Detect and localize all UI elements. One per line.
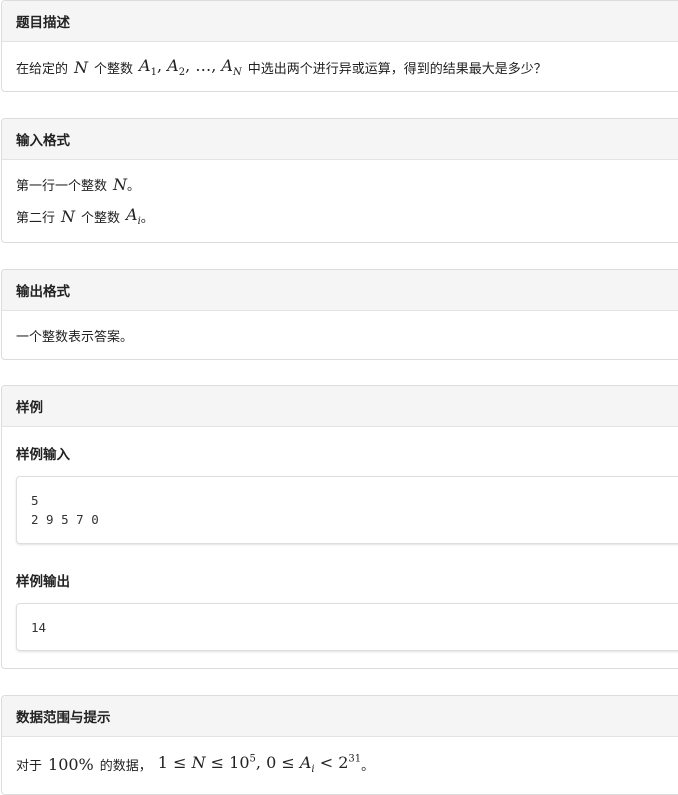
math-n: N [113, 174, 128, 194]
input-format-header: 输入格式 [2, 119, 678, 160]
math-n: N [74, 57, 89, 77]
sample-output-code[interactable]: 14 [16, 603, 678, 651]
sample-input-label: 样例输入 [16, 447, 70, 463]
description-text: 在给定的 N 个整数 A1, A2, …, AN 中选出两个进行异或运算，得到的… [16, 55, 676, 79]
constraints-text: 对于 100% 的数据， 1 ≤ N ≤ 105, 0 ≤ Ai < 231 。 [16, 752, 375, 776]
output-format-header: 输出格式 [2, 270, 678, 311]
sample-input-code[interactable]: 5 2 9 5 7 0 [16, 476, 678, 544]
output-format-text: 一个整数表示答案。 [16, 329, 134, 345]
input-format-body: 第一行一个整数 N 。 第二行 N 个整数 Ai 。 [2, 174, 678, 228]
sample-card: 样例 样例输入 5 2 9 5 7 0 样例输出 14 [1, 385, 678, 669]
constraints-header: 数据范围与提示 [2, 696, 678, 737]
output-format-card: 输出格式 一个整数表示答案。 [1, 269, 678, 360]
math-percent: 100% [48, 754, 94, 774]
input-format-card: 输入格式 第一行一个整数 N 。 第二行 N 个整数 Ai 。 [1, 118, 678, 243]
math-sequence: A1, A2, …, AN [139, 55, 242, 79]
text-segment: 个整数 [94, 61, 134, 77]
input-format-line-1: 第一行一个整数 N 。 [16, 174, 141, 194]
math-constraint: 1 ≤ N ≤ 105, 0 ≤ Ai < 231 [157, 752, 362, 776]
text-segment: 在给定的 [16, 61, 69, 77]
input-format-line-2: 第二行 N 个整数 Ai 。 [16, 204, 154, 228]
math-ai: Ai [126, 204, 141, 228]
problem-page: 题目描述 在给定的 N 个整数 A1, A2, …, AN 中选出两个进行异或运… [0, 0, 678, 795]
math-n: N [61, 206, 76, 226]
sample-header: 样例 [2, 386, 678, 427]
description-card: 题目描述 在给定的 N 个整数 A1, A2, …, AN 中选出两个进行异或运… [1, 0, 678, 92]
description-body: 在给定的 N 个整数 A1, A2, …, AN 中选出两个进行异或运算，得到的… [2, 55, 678, 79]
constraints-body: 对于 100% 的数据， 1 ≤ N ≤ 105, 0 ≤ Ai < 231 。 [2, 752, 678, 776]
constraints-card: 数据范围与提示 对于 100% 的数据， 1 ≤ N ≤ 105, 0 ≤ Ai… [1, 695, 678, 795]
output-format-body: 一个整数表示答案。 [2, 325, 678, 345]
sample-output-label: 样例输出 [16, 574, 70, 590]
description-header: 题目描述 [2, 1, 678, 42]
text-segment: 中选出两个进行异或运算，得到的结果最大是多少？ [247, 61, 547, 77]
